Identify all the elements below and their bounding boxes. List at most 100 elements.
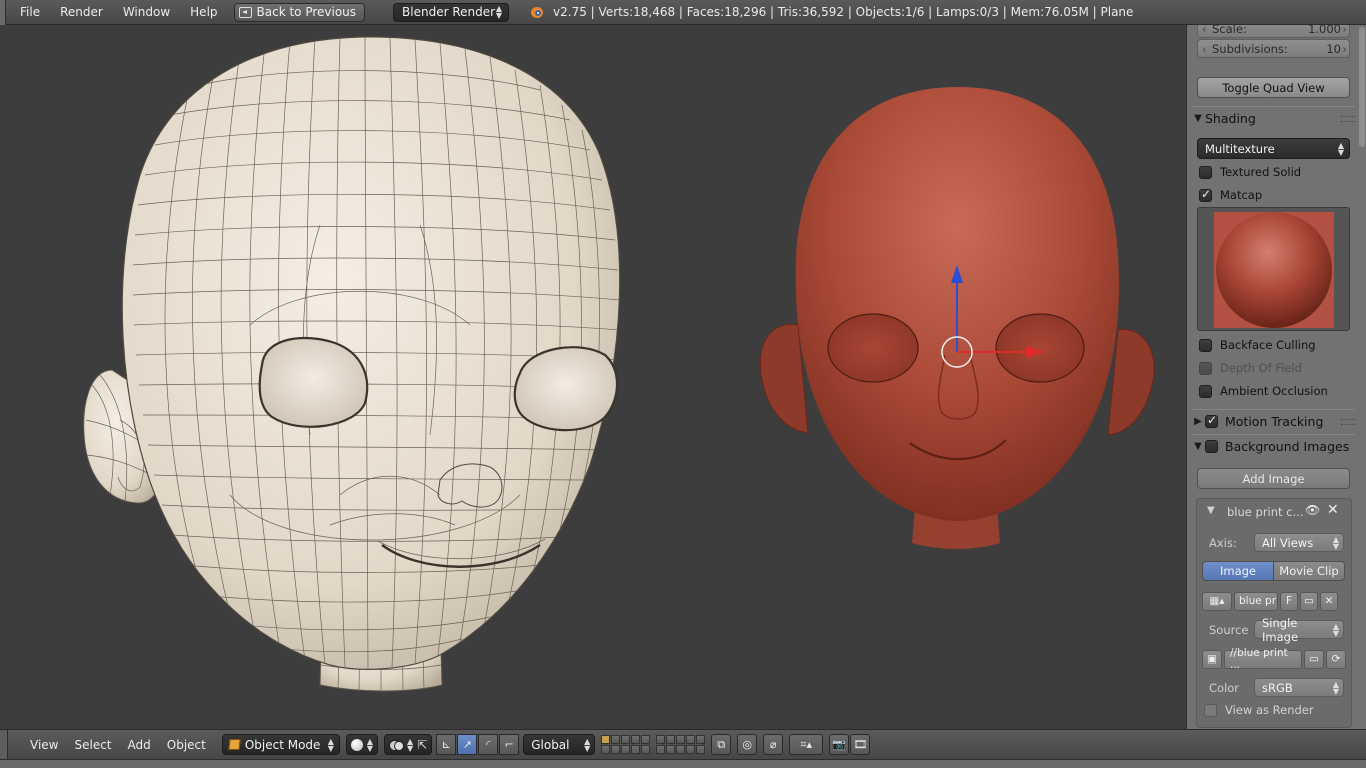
depth-of-field-option[interactable]: Depth Of Field xyxy=(1199,359,1302,377)
tab-movie-clip[interactable]: Movie Clip xyxy=(1274,561,1345,581)
viewport-shading-select[interactable]: ▲ ▼ xyxy=(345,734,378,755)
layer-button[interactable] xyxy=(641,735,651,744)
motion-tracking-panel-header[interactable]: ▶ Motion Tracking xyxy=(1191,409,1355,433)
layer-button[interactable] xyxy=(676,735,686,744)
layer-button[interactable] xyxy=(611,745,621,754)
file-browse-icon[interactable]: ▭ xyxy=(1304,649,1324,669)
layer-button[interactable] xyxy=(641,745,651,754)
3d-viewport[interactable] xyxy=(0,25,1186,729)
remove-x-icon[interactable]: ✕ xyxy=(1327,502,1339,518)
layer-button[interactable] xyxy=(601,735,611,744)
translate-manipulator-icon[interactable]: ↗ xyxy=(457,734,478,755)
add-image-button[interactable]: Add Image xyxy=(1197,468,1350,489)
ambient-occlusion-checkbox[interactable] xyxy=(1199,384,1212,398)
editor-type-stub[interactable] xyxy=(0,729,8,760)
drag-grip-icon[interactable] xyxy=(1341,115,1355,122)
scene-layers-group-1[interactable] xyxy=(601,735,651,754)
menu-help[interactable]: Help xyxy=(180,5,227,19)
open-folder-icon[interactable]: ▭ xyxy=(1300,591,1318,611)
snap-icon[interactable]: ⌀ xyxy=(763,734,784,755)
tab-image[interactable]: Image xyxy=(1202,561,1274,581)
lock-layers-icon[interactable]: ⧉ xyxy=(711,734,732,755)
matcap-checkbox[interactable] xyxy=(1199,187,1212,202)
motion-tracking-checkbox[interactable] xyxy=(1205,413,1218,428)
ambient-occlusion-option[interactable]: Ambient Occlusion xyxy=(1199,382,1328,400)
view-as-render-option[interactable]: View as Render xyxy=(1204,701,1314,719)
render-image-icon[interactable]: 📷 xyxy=(829,734,850,755)
background-images-checkbox[interactable] xyxy=(1205,440,1218,453)
menu-object[interactable]: Object xyxy=(159,738,214,752)
layer-button[interactable] xyxy=(686,735,696,744)
shading-panel-header[interactable]: ▼ Shading xyxy=(1191,106,1355,130)
image-name-field[interactable]: blue pr xyxy=(1234,591,1278,611)
back-to-previous-button[interactable]: Back to Previous xyxy=(233,2,366,22)
panel-scrollbar-thumb[interactable] xyxy=(1359,27,1365,147)
layer-button[interactable] xyxy=(696,735,706,744)
backface-culling-option[interactable]: Backface Culling xyxy=(1199,336,1316,354)
pivot-point-icon xyxy=(389,739,404,751)
render-engine-select[interactable]: Blender Render ▲ ▼ xyxy=(393,2,510,22)
expand-triangle-icon[interactable]: ▼ xyxy=(1207,505,1215,516)
layer-button[interactable] xyxy=(611,735,621,744)
subdivisions-field[interactable]: Subdivisions: 10 xyxy=(1197,39,1350,58)
properties-side-panel: Scale: 1.000 Subdivisions: 10 Toggle Qua… xyxy=(1186,25,1366,729)
wireframe-head-model[interactable] xyxy=(83,36,621,692)
menu-select[interactable]: Select xyxy=(66,738,119,752)
backface-culling-checkbox[interactable] xyxy=(1199,338,1212,352)
manipulator-widget-icon[interactable]: ⇱ xyxy=(417,738,427,752)
view-as-render-checkbox[interactable] xyxy=(1204,703,1217,717)
menu-file[interactable]: File xyxy=(6,5,50,19)
layer-button[interactable] xyxy=(631,735,641,744)
background-image-name: blue print c... xyxy=(1227,505,1304,519)
layer-button[interactable] xyxy=(666,735,676,744)
menu-add[interactable]: Add xyxy=(120,738,159,752)
render-animation-icon[interactable]: 🎞 xyxy=(850,734,871,755)
proportional-editing-icon[interactable]: ◎ xyxy=(737,734,758,755)
axis-value: All Views xyxy=(1262,535,1314,550)
depth-of-field-checkbox[interactable] xyxy=(1199,361,1212,375)
textured-solid-checkbox[interactable] xyxy=(1199,165,1212,179)
clay-head-model[interactable] xyxy=(759,87,1155,549)
axis-select[interactable]: All Views ▲ ▼ xyxy=(1254,533,1344,552)
drag-grip-icon[interactable] xyxy=(1341,418,1355,425)
layer-button[interactable] xyxy=(601,745,611,754)
interaction-mode-select[interactable]: Object Mode ▲ ▼ xyxy=(221,734,340,755)
menu-view[interactable]: View xyxy=(22,738,66,752)
fake-user-button[interactable]: F xyxy=(1280,591,1298,611)
filepath-field[interactable]: //blue print ... xyxy=(1224,647,1302,671)
toggle-quad-view-button[interactable]: Toggle Quad View xyxy=(1197,77,1350,98)
matcap-preview[interactable] xyxy=(1197,207,1350,331)
color-space-select[interactable]: sRGB ▲ ▼ xyxy=(1254,678,1344,697)
matcap-option[interactable]: Matcap xyxy=(1199,186,1262,204)
layer-button[interactable] xyxy=(676,745,686,754)
transform-orientation-select[interactable]: Global ▲ ▼ xyxy=(523,734,596,755)
scale-value: 1.000 xyxy=(1308,25,1341,36)
eye-visibility-icon[interactable]: 👁 xyxy=(1305,503,1320,517)
layer-button[interactable] xyxy=(621,735,631,744)
layer-button[interactable] xyxy=(656,745,666,754)
source-select[interactable]: Single Image ▲ ▼ xyxy=(1254,616,1344,644)
menu-window[interactable]: Window xyxy=(113,5,180,19)
manipulator-toggle-icon[interactable]: ⊾ xyxy=(436,734,457,755)
textured-solid-option[interactable]: Textured Solid xyxy=(1199,163,1301,181)
background-images-panel-header[interactable]: ▼ Background Images xyxy=(1191,434,1355,458)
rotate-manipulator-icon[interactable]: ◜ xyxy=(478,734,499,755)
reload-icon[interactable]: ⟳ xyxy=(1326,649,1346,669)
scale-manipulator-icon[interactable]: ⌐ xyxy=(499,734,520,755)
panel-scrollbar[interactable] xyxy=(1359,27,1365,727)
pivot-point-select[interactable]: ▲ ▼ ⇱ xyxy=(384,734,433,755)
layer-button[interactable] xyxy=(631,745,641,754)
layer-button[interactable] xyxy=(621,745,631,754)
layer-button[interactable] xyxy=(656,735,666,744)
image-browse-icon[interactable]: ▦▴ xyxy=(1202,591,1232,611)
layer-button[interactable] xyxy=(686,745,696,754)
layer-button[interactable] xyxy=(696,745,706,754)
layer-button[interactable] xyxy=(666,745,676,754)
snap-element-select[interactable]: ⌗▴ xyxy=(789,734,824,755)
shading-mode-select[interactable]: Multitexture ▲ ▼ xyxy=(1197,138,1350,159)
scene-layers-group-2[interactable] xyxy=(656,735,706,754)
object-cube-icon xyxy=(228,739,241,750)
menu-render[interactable]: Render xyxy=(50,5,113,19)
scale-field[interactable]: Scale: 1.000 xyxy=(1197,25,1350,38)
unlink-x-icon[interactable]: ✕ xyxy=(1320,591,1338,611)
